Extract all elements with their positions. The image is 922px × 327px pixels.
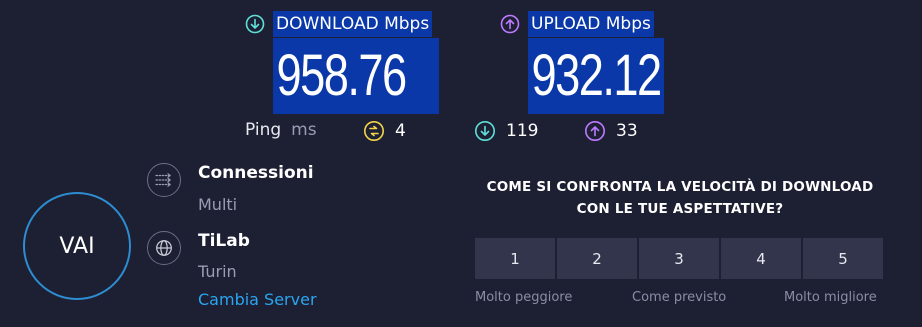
ping-upload: 33 [584,120,638,142]
upload-value: 932.12 [530,38,662,114]
rating-caption-high: Molto migliore [784,290,877,305]
ping-unit: ms [291,120,317,140]
ping-idle: 4 [363,120,406,142]
rating-option-2[interactable]: 2 [557,238,637,279]
rating-option-4[interactable]: 4 [721,238,801,279]
upload-arrow-icon [500,14,520,34]
connections-title: Connessioni [198,163,314,183]
ping-download: 119 [474,120,538,142]
rating-options: 1 2 3 4 5 [475,238,883,279]
download-value: 958.76 [275,38,407,114]
upload-label: UPLOAD Mbps [528,11,654,37]
rating-option-3[interactable]: 3 [639,238,719,279]
ping-row: Ping ms [245,120,317,140]
change-server-link[interactable]: Cambia Server [198,290,317,309]
start-test-label: VAI [59,233,95,259]
rating-caption-low: Molto peggiore [475,290,573,305]
connections-icon [147,163,181,197]
rating-question-line2: CON LE TUE ASPETTATIVE? [576,201,784,217]
idle-latency-icon [364,121,384,141]
upload-header: UPLOAD Mbps [500,11,654,37]
ping-label: Ping [245,120,282,140]
ping-download-value: 119 [506,121,539,141]
ping-upload-value: 33 [616,121,638,141]
connections-value: Multi [198,195,238,214]
rating-caption-mid: Come previsto [632,290,727,305]
connections-arrows-icon [155,173,171,187]
upload-latency-icon [585,121,605,141]
server-globe-icon-wrap [147,231,181,265]
download-header: DOWNLOAD Mbps [245,11,433,37]
download-label: DOWNLOAD Mbps [273,11,433,37]
rating-question-line1: COME SI CONFRONTA LA VELOCITÀ DI DOWNLOA… [486,179,874,195]
server-host-title: TiLab [198,231,250,251]
ping-idle-value: 4 [395,121,406,141]
start-test-button[interactable]: VAI [23,192,131,300]
rating-option-1[interactable]: 1 [475,238,555,279]
rating-question: COME SI CONFRONTA LA VELOCITÀ DI DOWNLOA… [470,176,890,220]
download-latency-icon [475,121,495,141]
server-location: Turin [198,262,237,281]
globe-icon [156,240,172,256]
rating-option-5[interactable]: 5 [803,238,883,279]
download-arrow-icon [245,14,265,34]
